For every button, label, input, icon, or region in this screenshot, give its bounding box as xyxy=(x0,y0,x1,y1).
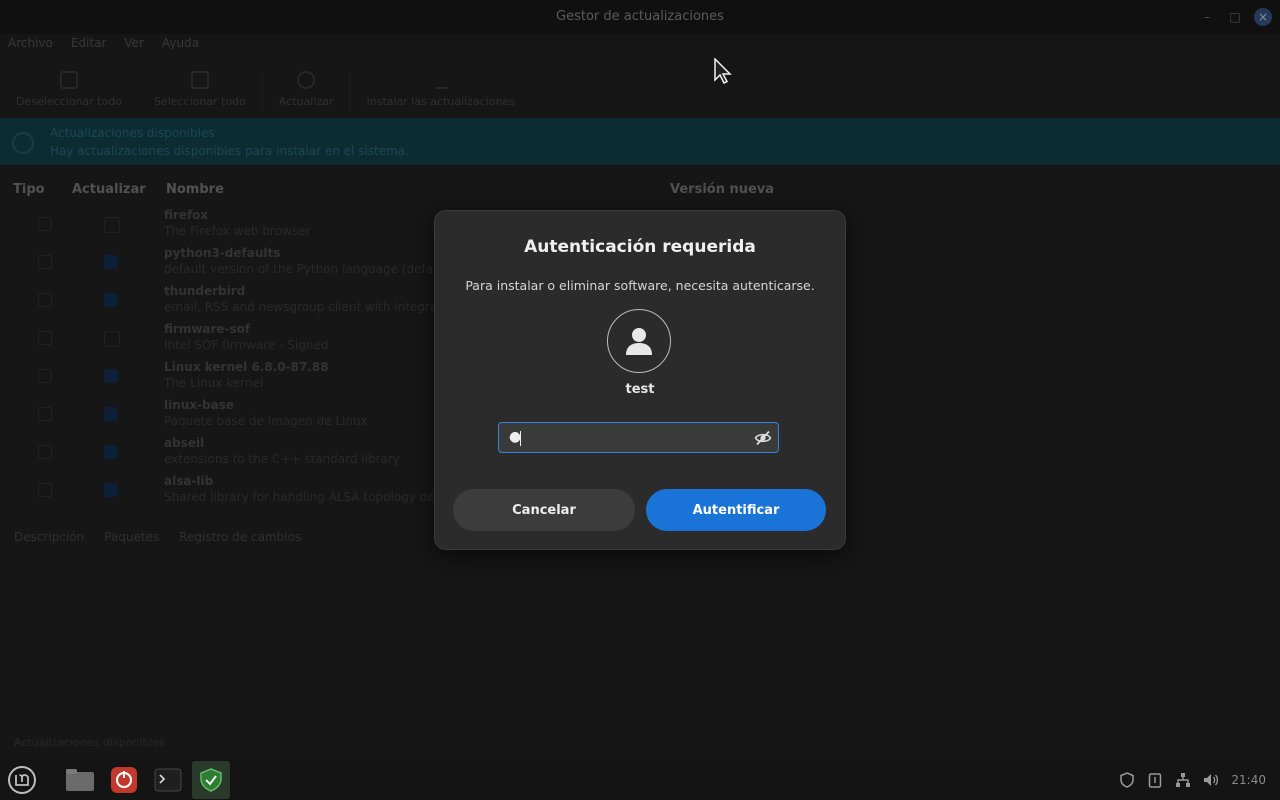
authentication-dialog: Autenticación requerida Para instalar o … xyxy=(434,210,846,550)
terminal-icon xyxy=(154,768,182,792)
files-icon xyxy=(66,769,94,791)
clock[interactable]: 21:40 xyxy=(1231,773,1266,787)
username-label: test xyxy=(625,382,655,397)
dialog-message: Para instalar o eliminar software, neces… xyxy=(465,278,815,293)
files-launcher[interactable] xyxy=(64,764,96,796)
clipboard-icon[interactable] xyxy=(1147,772,1163,788)
authenticate-button[interactable]: Autentificar xyxy=(646,489,826,531)
menu-icon xyxy=(8,766,36,794)
user-icon xyxy=(626,328,652,355)
update-manager-task[interactable] xyxy=(192,761,230,799)
software-launcher[interactable] xyxy=(108,764,140,796)
volume-icon[interactable] xyxy=(1203,772,1219,788)
password-field[interactable]: ● xyxy=(498,422,779,453)
update-manager-icon xyxy=(200,768,222,792)
text-caret xyxy=(520,431,521,446)
mouse-cursor-icon xyxy=(714,58,732,84)
dialog-title: Autenticación requerida xyxy=(524,237,756,257)
software-icon xyxy=(111,767,137,793)
system-tray: 21:40 xyxy=(1119,772,1266,788)
menu-button[interactable] xyxy=(6,764,38,796)
terminal-launcher[interactable] xyxy=(152,764,184,796)
password-value: ● xyxy=(509,429,524,445)
cancel-button[interactable]: Cancelar xyxy=(453,489,635,531)
network-icon[interactable] xyxy=(1175,772,1191,788)
taskbar: 21:40 xyxy=(0,760,1280,800)
avatar xyxy=(607,309,671,373)
hide-password-icon[interactable] xyxy=(754,429,772,447)
shield-icon[interactable] xyxy=(1119,772,1135,788)
